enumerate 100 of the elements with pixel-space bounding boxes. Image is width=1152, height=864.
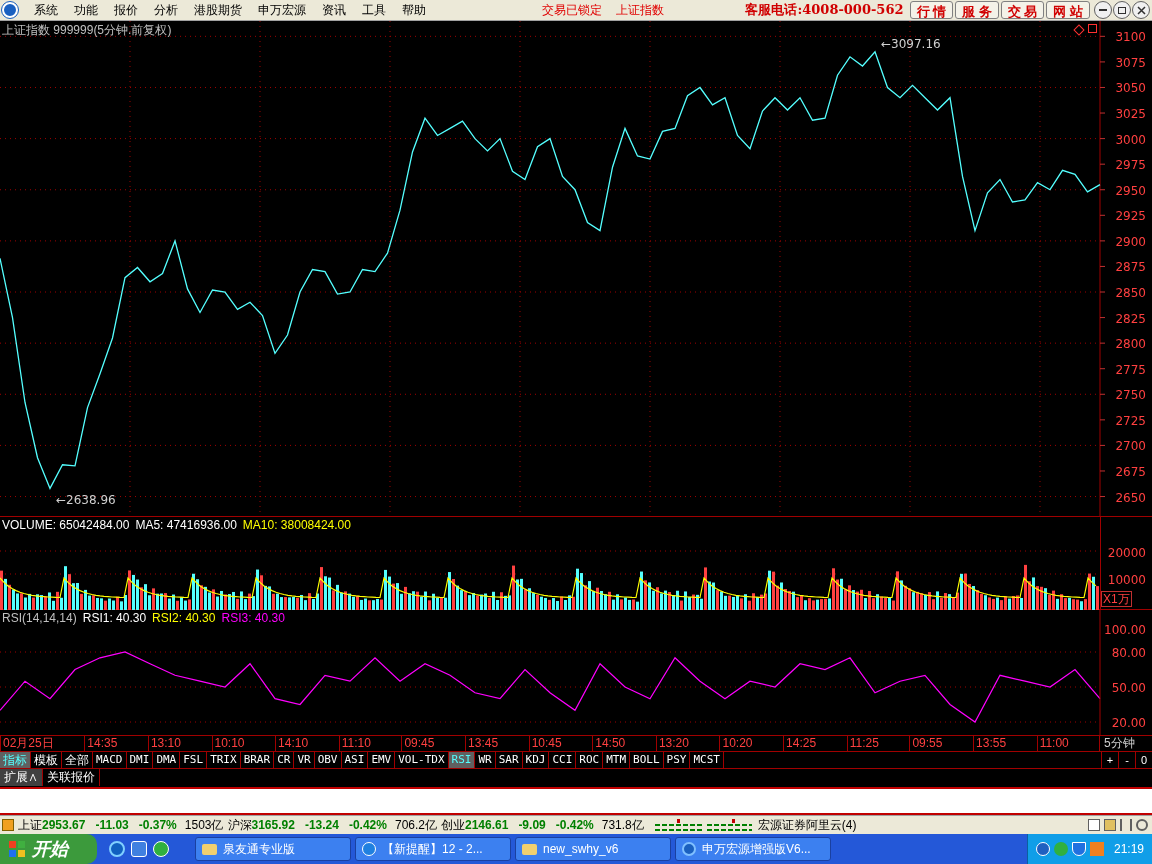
indicator-tab[interactable]: OBV <box>314 752 342 768</box>
index-name: 沪深 <box>227 817 252 834</box>
axis-label: 2875 <box>1115 260 1146 275</box>
folder-icon <box>202 843 217 855</box>
app-logo-icon <box>2 2 18 18</box>
indicator-tab[interactable]: VR <box>294 752 315 768</box>
nav-button[interactable]: 行 情 <box>909 1 954 19</box>
indicator-tab[interactable]: CR <box>274 752 295 768</box>
indicator-label: RSI1: 40.30 <box>82 611 147 625</box>
indicator-tab[interactable]: MCST <box>690 752 724 768</box>
windows-logo-icon <box>8 840 26 858</box>
status-notice: 上证指数 <box>616 2 664 19</box>
indicator-tab[interactable]: CCI <box>549 752 577 768</box>
close-button[interactable] <box>1132 1 1150 19</box>
axis-label: 3050 <box>1115 81 1146 96</box>
axis-label: 3075 <box>1115 55 1146 70</box>
indicator-tab[interactable]: MACD <box>93 752 127 768</box>
taskbar-task[interactable]: new_swhy_v6 <box>515 837 671 861</box>
indicator-tab[interactable]: ROC <box>576 752 604 768</box>
indicator-label: VOLUME: 65042484.00 <box>2 518 130 532</box>
start-button[interactable]: 开始 <box>0 834 97 864</box>
extra-tab[interactable]: 扩展∧ <box>0 769 43 786</box>
folder-icon <box>522 843 537 855</box>
zoom-control[interactable]: 0 <box>1135 752 1152 768</box>
indicator-tab[interactable]: DMI <box>126 752 154 768</box>
indicator-tab[interactable]: 指标 <box>0 752 31 768</box>
indicator-tab[interactable]: ASI <box>341 752 369 768</box>
indicator-tab[interactable]: SAR <box>495 752 523 768</box>
axis-label: 80.00 <box>1111 646 1146 660</box>
axis-label: 100.00 <box>1104 622 1146 637</box>
chart-title: 上证指数 999999(5分钟.前复权) <box>2 23 172 37</box>
taskbar-task[interactable]: 泉友通专业版 <box>195 837 351 861</box>
indicator-tab[interactable]: 模板 <box>31 752 62 768</box>
app-icon <box>682 842 696 856</box>
nav-button[interactable]: 服 务 <box>955 1 999 19</box>
indicator-tab[interactable]: PSY <box>663 752 691 768</box>
axis-label: 2950 <box>1115 183 1146 198</box>
index-percent: -0.42% <box>555 817 594 834</box>
restore-button[interactable] <box>1113 1 1131 19</box>
taskbar-task[interactable]: 申万宏源增强版V6... <box>675 837 831 861</box>
menu-item[interactable]: 报价 <box>106 0 146 20</box>
indicator-tab[interactable]: RSI <box>448 752 476 768</box>
axis-label: 2900 <box>1115 234 1146 249</box>
zoom-control[interactable]: - <box>1118 752 1135 768</box>
menu-item[interactable]: 功能 <box>66 0 106 20</box>
time-label: 11:00 <box>1036 736 1069 751</box>
axis-label: 2825 <box>1115 311 1146 326</box>
indicator-tab[interactable]: FSL <box>180 752 208 768</box>
extra-tab[interactable]: 关联报价 <box>43 769 100 786</box>
time-label: 13:10 <box>147 736 181 751</box>
axis-label: 20.00 <box>1111 716 1146 730</box>
menu-item[interactable]: 工具 <box>354 0 394 20</box>
time-label: 14:25 <box>783 736 817 751</box>
time-label: 09:55 <box>909 736 943 751</box>
axis-label: 2850 <box>1115 286 1146 300</box>
axis-label: 2800 <box>1115 337 1146 352</box>
menu-item[interactable]: 系统 <box>26 0 66 20</box>
price-annotation: ←3097.16 <box>881 36 941 51</box>
zoom-control[interactable]: + <box>1101 752 1118 768</box>
shield-icon[interactable] <box>1071 842 1086 856</box>
nav-button[interactable]: 网 站 <box>1046 1 1090 19</box>
indicator-label: RSI(14,14,14) <box>2 611 77 625</box>
index-price: 2146.61 <box>465 817 509 834</box>
index-amount: 706.2亿 <box>394 817 437 834</box>
index-change: -13.24 <box>304 817 339 834</box>
indicator-tab[interactable]: DMA <box>153 752 181 768</box>
minimize-button[interactable] <box>1094 1 1112 19</box>
index-price: 2953.67 <box>42 817 86 834</box>
axis-label: 3100 <box>1115 30 1146 45</box>
indicator-tab[interactable]: 全部 <box>62 752 93 768</box>
axis-label: 3000 <box>1115 132 1146 147</box>
task-label: new_swhy_v6 <box>543 841 619 858</box>
time-label: 02月25日 <box>0 736 54 751</box>
period-label: 5分钟 <box>1103 736 1135 751</box>
indicator-label: RSI3: 40.30 <box>221 611 285 625</box>
menu-item[interactable]: 港股期货 <box>186 0 250 20</box>
time-label: 14:35 <box>84 736 118 751</box>
indicator-tab[interactable]: MTM <box>603 752 631 768</box>
indicator-tab[interactable]: KDJ <box>522 752 550 768</box>
indicator-tab[interactable]: BRAR <box>240 752 275 768</box>
axis-label: 2700 <box>1115 439 1146 454</box>
window-icon <box>1088 24 1097 33</box>
index-amount: 731.8亿 <box>601 817 644 834</box>
time-label: 13:45 <box>465 736 499 751</box>
indicator-tab[interactable]: VOL-TDX <box>395 752 449 768</box>
nav-button[interactable]: 交 易 <box>1000 1 1045 19</box>
index-percent: -0.37% <box>138 817 177 834</box>
menu-item[interactable]: 分析 <box>146 0 186 20</box>
indicator-tab[interactable]: EMV <box>368 752 396 768</box>
menu-item[interactable]: 帮助 <box>394 0 434 20</box>
time-label: 13:55 <box>973 736 1007 751</box>
indicator-tab[interactable]: WR <box>475 752 496 768</box>
indicator-tab[interactable]: TRIX <box>207 752 241 768</box>
index-percent: -0.42% <box>348 817 387 834</box>
taskbar-task[interactable]: 【新提醒】12 - 2... <box>355 837 511 861</box>
menu-item[interactable]: 资讯 <box>314 0 354 20</box>
indicator-tab[interactable]: BOLL <box>630 752 664 768</box>
index-change: -11.03 <box>95 817 129 834</box>
menu-item[interactable]: 申万宏源 <box>250 0 314 20</box>
time-label: 11:10 <box>338 736 371 751</box>
